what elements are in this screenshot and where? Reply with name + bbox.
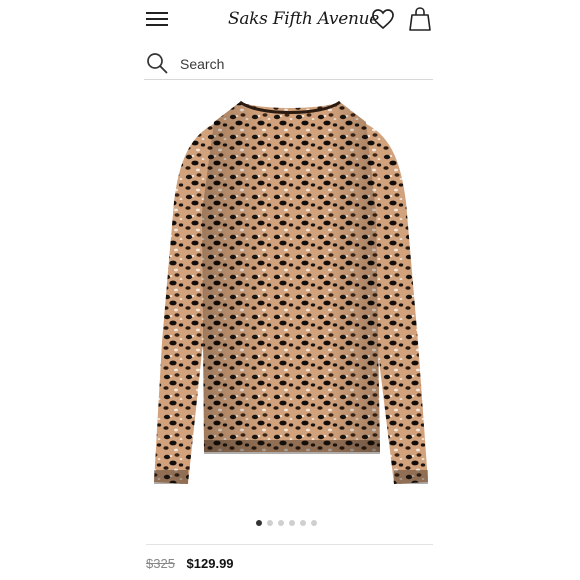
carousel-dot[interactable]: [289, 520, 295, 526]
search-bar: [144, 50, 433, 80]
search-icon[interactable]: [146, 52, 168, 74]
heart-icon[interactable]: [371, 8, 395, 30]
hamburger-menu-icon[interactable]: [146, 11, 168, 27]
header: Saks Fifth Avenue: [0, 0, 580, 44]
search-input[interactable]: [180, 54, 420, 74]
carousel-dot[interactable]: [300, 520, 306, 526]
carousel-dot[interactable]: [256, 520, 262, 526]
price-block: $325 $129.99: [146, 556, 234, 571]
shopping-bag-icon[interactable]: [408, 6, 432, 32]
carousel-dot[interactable]: [267, 520, 273, 526]
carousel-dot[interactable]: [278, 520, 284, 526]
original-price: $325: [146, 556, 175, 571]
saks-logo[interactable]: Saks Fifth Avenue: [228, 6, 379, 32]
carousel-dots: [256, 520, 317, 528]
carousel-dot[interactable]: [311, 520, 317, 526]
product-image[interactable]: [140, 92, 440, 502]
divider: [146, 544, 433, 545]
sale-price: $129.99: [186, 556, 234, 571]
